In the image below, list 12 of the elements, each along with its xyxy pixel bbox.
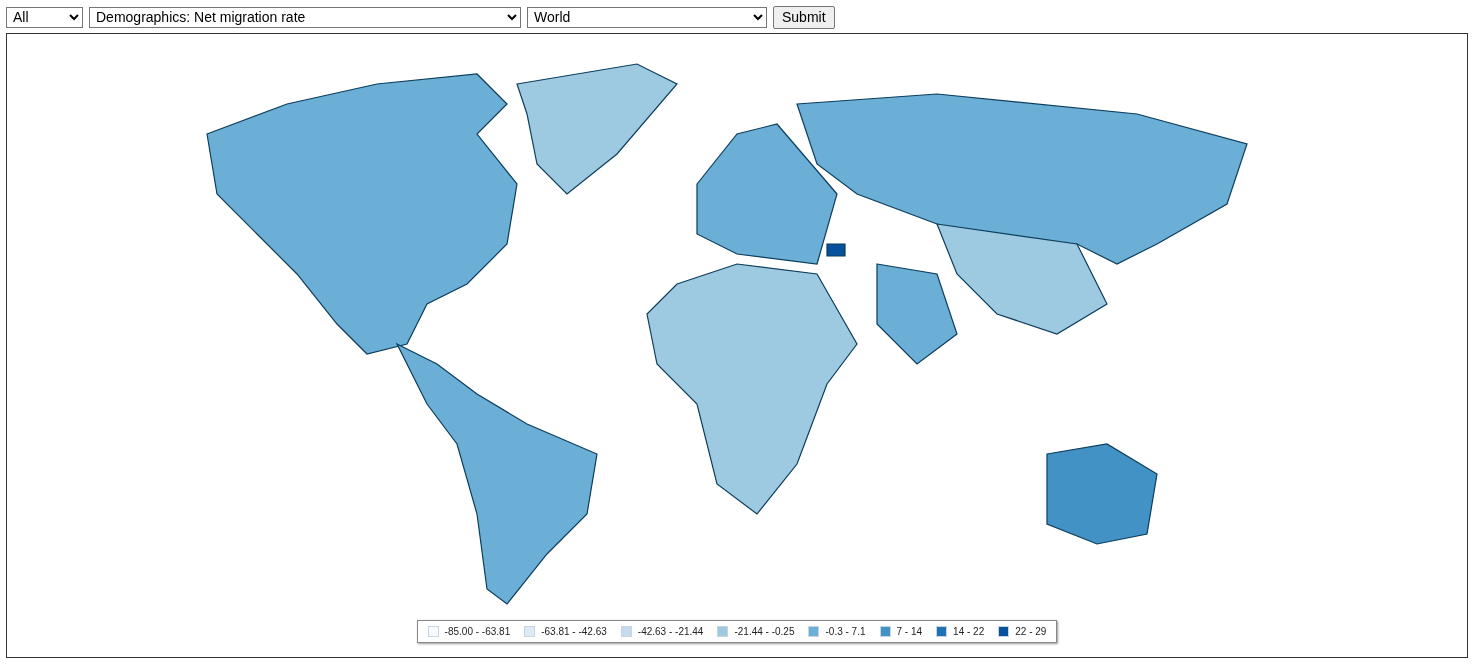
region-select[interactable]: World — [527, 6, 767, 28]
legend-label: 7 - 14 — [896, 626, 923, 637]
legend-label: -42.63 - -21.44 — [637, 626, 704, 637]
legend-label: -21.44 - -0.25 — [734, 626, 795, 637]
submit-button[interactable]: Submit — [773, 5, 835, 29]
legend-label: 14 - 22 — [953, 626, 985, 637]
legend-label: -0.3 - 7.1 — [825, 626, 866, 637]
legend-label: -85.00 - -63.81 — [444, 626, 511, 637]
category-select[interactable]: All — [6, 6, 83, 28]
legend-label: -63.81 - -42.63 — [541, 626, 607, 637]
indicator-select[interactable]: Demographics: Net migration rate — [89, 6, 521, 28]
legend-label: 22 - 29 — [1015, 626, 1047, 637]
